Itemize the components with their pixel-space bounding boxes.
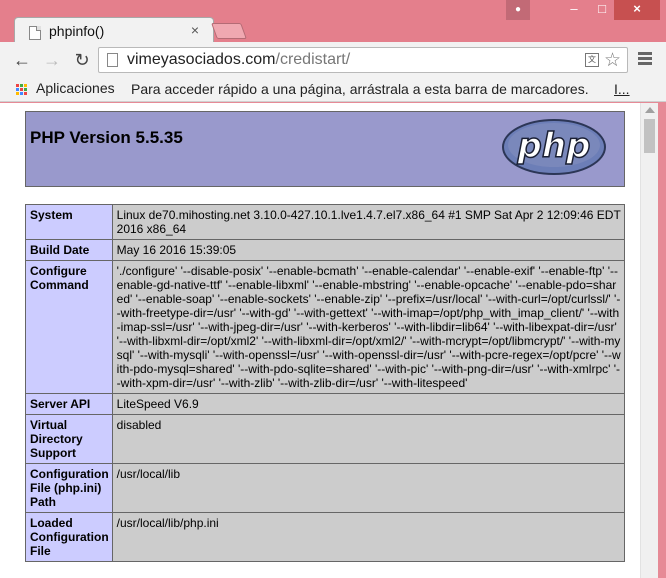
page-icon: [107, 53, 118, 67]
apps-link[interactable]: Aplicaciones: [36, 80, 115, 96]
browser-toolbar: ← → ↻ vimeyasociados.com/credistart/ 文 ☆: [0, 42, 666, 78]
tab-title: phpinfo(): [49, 23, 105, 39]
phpinfo-table: System Linux de70.mihosting.net 3.10.0-42…: [25, 204, 626, 562]
reload-icon[interactable]: ↻: [70, 49, 94, 71]
page-favicon-icon: [29, 26, 41, 40]
bookmarks-hint: Para acceder rápido a una página, arrást…: [131, 81, 589, 97]
phpinfo-container: PHP Version 5.5.35 php System Linux de70.…: [25, 111, 626, 562]
row-value: LiteSpeed V6.9: [111, 393, 626, 415]
bookmarks-hint-link[interactable]: I...: [614, 81, 630, 97]
window-frame-right: [658, 103, 666, 578]
bookmarks-bar: Aplicaciones Para acceder rápido a una p…: [0, 78, 666, 102]
tab-phpinfo[interactable]: phpinfo() ×: [14, 17, 214, 45]
vertical-scrollbar[interactable]: [640, 103, 658, 578]
row-label: Configure Command: [25, 260, 113, 394]
row-value: './configure' '--disable-posix' '--enabl…: [111, 260, 626, 394]
maximize-button[interactable]: □: [588, 0, 616, 20]
row-label: Loaded Configuration File: [25, 512, 113, 562]
row-label: Virtual Directory Support: [25, 414, 113, 464]
row-label: Build Date: [25, 239, 113, 261]
row-label: System: [25, 204, 113, 240]
scroll-thumb[interactable]: [644, 119, 655, 153]
address-bar[interactable]: vimeyasociados.com/credistart/ 文 ☆: [98, 47, 628, 73]
apps-icon[interactable]: [16, 84, 28, 96]
row-value: /usr/local/lib/php.ini: [111, 512, 626, 562]
php-logo-text: php: [517, 126, 591, 166]
url-domain: vimeyasociados.com: [127, 51, 276, 68]
row-label: Configuration File (php.ini) Path: [25, 463, 113, 513]
table-row: Configuration File (php.ini) Path/usr/lo…: [25, 463, 626, 513]
user-icon[interactable]: ●: [506, 0, 530, 20]
table-row: Build Date May 16 2016 15:39:05: [25, 239, 626, 261]
php-logo-icon[interactable]: php: [502, 119, 606, 175]
table-row: Configure Command './configure' '--disabl…: [25, 260, 626, 394]
table-row: Loaded Configuration File/usr/local/lib/…: [25, 512, 626, 562]
back-icon[interactable]: ←: [10, 49, 34, 71]
window-titlebar: phpinfo() × ● – □ ×: [0, 0, 666, 45]
forward-icon[interactable]: →: [40, 49, 64, 71]
url-path: /credistart/: [275, 51, 351, 68]
scroll-up-icon[interactable]: [645, 107, 655, 113]
row-value: disabled: [111, 414, 626, 464]
row-value: Linux de70.mihosting.net 3.10.0-427.10.1…: [111, 204, 626, 240]
row-label: Server API: [25, 393, 113, 415]
close-window-button[interactable]: ×: [614, 0, 660, 20]
menu-icon[interactable]: [638, 52, 652, 67]
row-value: May 16 2016 15:39:05: [111, 239, 626, 261]
url-text[interactable]: vimeyasociados.com/credistart/: [127, 51, 350, 69]
page-content: PHP Version 5.5.35 php System Linux de70.…: [0, 103, 640, 578]
row-value: /usr/local/lib: [111, 463, 626, 513]
table-row: Server API LiteSpeed V6.9: [25, 393, 626, 415]
tab-close-icon[interactable]: ×: [191, 23, 199, 37]
star-icon[interactable]: ☆: [604, 49, 621, 72]
translate-icon[interactable]: 文: [585, 53, 599, 67]
table-row: Virtual Directory Support disabled: [25, 414, 626, 464]
new-tab-button[interactable]: [211, 23, 247, 39]
table-row: System Linux de70.mihosting.net 3.10.0-42…: [25, 204, 626, 240]
minimize-button[interactable]: –: [560, 0, 588, 20]
phpinfo-header: PHP Version 5.5.35 php: [25, 111, 625, 187]
page-title: PHP Version 5.5.35: [30, 128, 183, 147]
